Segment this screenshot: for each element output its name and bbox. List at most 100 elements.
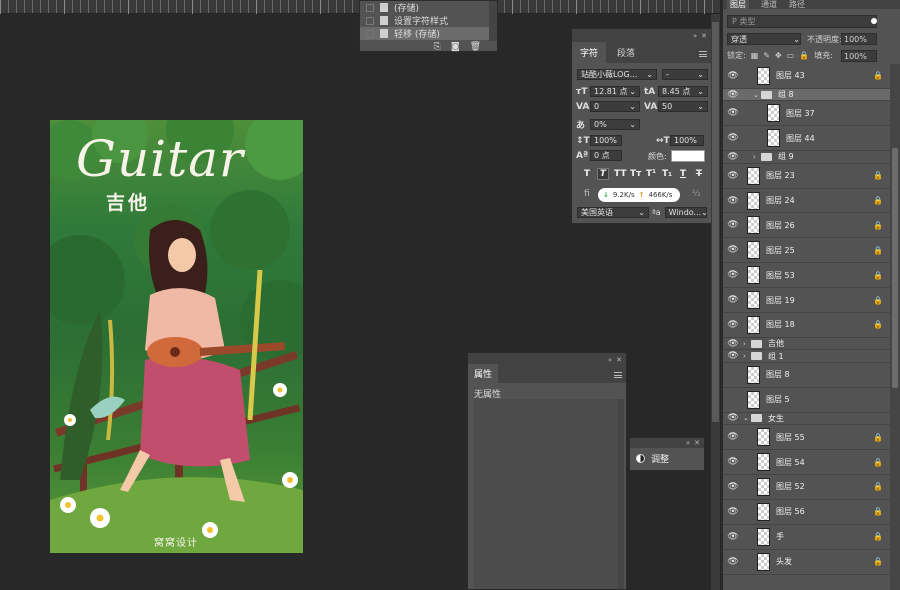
layer-group-row[interactable]: 👁 ⌄ 组 8 xyxy=(723,88,891,102)
visibility-eye-icon[interactable]: 👁 xyxy=(723,108,743,118)
trash-icon[interactable]: 🗑 xyxy=(470,42,481,52)
layer-group-row[interactable]: 👁 ⌄ 女生 xyxy=(723,413,891,426)
tab-channels[interactable]: 通道 xyxy=(761,0,777,9)
panel-menu-icon[interactable] xyxy=(699,51,707,57)
faux-bold-button[interactable]: T xyxy=(582,169,592,179)
visibility-eye-icon[interactable]: 👁 xyxy=(723,351,743,361)
layer-thumbnail[interactable] xyxy=(747,216,760,235)
layer-row[interactable]: 👁 图层 55 🔒 xyxy=(723,425,891,451)
language-select[interactable]: 美国英语 ⌄ xyxy=(577,207,649,218)
layer-row[interactable]: 👁 图层 25 🔒 xyxy=(723,238,891,264)
visibility-eye-icon[interactable]: 👁 xyxy=(723,507,743,517)
visibility-eye-icon[interactable]: 👁 xyxy=(723,152,743,162)
visibility-eye-icon[interactable]: 👁 xyxy=(723,339,743,349)
lock-artboard-icon[interactable]: ▭ xyxy=(787,51,795,60)
layer-thumbnail[interactable] xyxy=(747,390,760,409)
visibility-eye-icon[interactable]: 👁 xyxy=(723,295,743,305)
superscript-button[interactable]: T¹ xyxy=(646,169,656,179)
collapse-icon[interactable]: » xyxy=(686,439,690,447)
visibility-eye-icon[interactable]: 👁 xyxy=(723,370,743,380)
layer-thumbnail[interactable] xyxy=(757,477,770,496)
layer-thumbnail[interactable] xyxy=(767,129,780,148)
history-snapshot-checkbox[interactable] xyxy=(366,16,374,25)
visibility-eye-icon[interactable]: 👁 xyxy=(723,270,743,280)
layer-thumbnail[interactable] xyxy=(747,291,760,310)
layer-thumbnail[interactable] xyxy=(747,365,760,384)
all-caps-button[interactable]: TT xyxy=(614,169,627,179)
lock-all-icon[interactable]: 🔒 xyxy=(799,51,809,60)
layer-row[interactable]: 👁 图层 56 🔒 xyxy=(723,500,891,525)
layer-row[interactable]: 👁 手 🔒 xyxy=(723,525,891,550)
chevron-down-icon[interactable]: ⌄ xyxy=(753,91,761,99)
layer-row[interactable]: 👁 图层 24 🔒 xyxy=(723,189,891,214)
lock-transparent-icon[interactable]: ▦ xyxy=(751,51,759,60)
layer-row[interactable]: 👁 图层 54 🔒 xyxy=(723,450,891,475)
close-icon[interactable]: ✕ xyxy=(616,356,622,364)
visibility-eye-icon[interactable]: 👁 xyxy=(723,171,743,181)
camera-icon[interactable]: ◙ xyxy=(451,42,460,52)
opacity-field[interactable]: 100% xyxy=(841,33,877,45)
visibility-eye-icon[interactable]: 👁 xyxy=(723,395,743,405)
visibility-eye-icon[interactable]: 👁 xyxy=(723,133,743,143)
adjustments-button[interactable]: 调整 xyxy=(630,448,704,468)
font-style-select[interactable]: - ⌄ xyxy=(662,69,708,80)
visibility-eye-icon[interactable]: 👁 xyxy=(723,245,743,255)
history-item[interactable]: 轻移 (存储) xyxy=(360,27,497,40)
layer-row[interactable]: 👁 图层 37 xyxy=(723,101,891,127)
horizontal-scale-field[interactable]: 100% xyxy=(670,135,704,146)
vertical-scale-field[interactable]: 100% xyxy=(590,135,622,146)
layer-row[interactable]: 👁 图层 8 xyxy=(723,363,891,388)
leading-field[interactable]: 8.45 点 ⌄ xyxy=(658,86,708,97)
layer-group-row[interactable]: 👁 › 吉他 xyxy=(723,338,891,351)
history-snapshot-checkbox[interactable] xyxy=(366,3,374,12)
fraction-icon[interactable]: ½ xyxy=(692,189,701,199)
blend-mode-select[interactable]: 穿透 ⌄ xyxy=(727,33,801,45)
layer-thumbnail[interactable] xyxy=(747,241,760,260)
layer-row[interactable]: 👁 图层 53 🔒 xyxy=(723,263,891,289)
layer-thumbnail[interactable] xyxy=(747,191,760,210)
new-doc-icon[interactable]: ⎘ xyxy=(434,42,441,52)
chevron-down-icon[interactable]: ⌄ xyxy=(743,414,751,422)
font-family-select[interactable]: 站酷小薇LOG... ⌄ xyxy=(577,69,657,80)
layer-row[interactable]: 👁 图层 43 🔒 xyxy=(723,64,891,89)
chevron-right-icon[interactable]: › xyxy=(743,352,751,360)
layer-thumbnail[interactable] xyxy=(757,502,770,521)
properties-scrollbar[interactable] xyxy=(618,399,624,589)
scrollbar-thumb[interactable] xyxy=(712,22,719,422)
panel-header[interactable]: » ✕ xyxy=(572,29,711,43)
layer-filter-input[interactable]: P 类型 xyxy=(727,15,877,28)
lock-paint-icon[interactable]: ✎ xyxy=(763,51,770,60)
kerning-field[interactable]: 0 ⌄ xyxy=(590,101,640,112)
anti-alias-select[interactable]: Windo... ⌄ xyxy=(664,207,708,218)
visibility-eye-icon[interactable]: 👁 xyxy=(723,90,743,100)
collapse-icon[interactable]: » xyxy=(608,356,612,364)
layer-thumbnail[interactable] xyxy=(757,428,770,447)
layer-row[interactable]: 👁 图层 18 🔒 xyxy=(723,313,891,338)
visibility-eye-icon[interactable]: 👁 xyxy=(723,557,743,567)
text-color-swatch[interactable] xyxy=(670,150,705,162)
tracking-field[interactable]: 50 ⌄ xyxy=(658,101,708,112)
layer-group-row[interactable]: 👁 › 组 9 xyxy=(723,151,891,164)
tab-paragraph[interactable]: 段落 xyxy=(609,42,643,63)
visibility-eye-icon[interactable]: 👁 xyxy=(723,432,743,442)
layer-thumbnail[interactable] xyxy=(767,104,780,123)
canvas-vertical-scrollbar[interactable] xyxy=(711,14,720,590)
chevron-right-icon[interactable]: › xyxy=(753,153,761,161)
visibility-eye-icon[interactable]: 👁 xyxy=(723,71,743,81)
layer-thumbnail[interactable] xyxy=(747,166,760,185)
scrollbar-thumb[interactable] xyxy=(892,148,898,388)
subscript-button[interactable]: T₁ xyxy=(662,169,672,179)
close-icon[interactable]: ✕ xyxy=(694,439,700,447)
small-caps-button[interactable]: Tт xyxy=(630,169,641,179)
ligature-icon[interactable]: fi xyxy=(584,189,590,199)
close-icon[interactable]: ✕ xyxy=(701,32,707,40)
underline-button[interactable]: T xyxy=(678,169,688,179)
layer-thumbnail[interactable] xyxy=(757,66,770,85)
visibility-eye-icon[interactable]: 👁 xyxy=(723,320,743,330)
history-item[interactable]: (存储) xyxy=(360,1,497,14)
collapse-icon[interactable]: » xyxy=(693,32,697,40)
canvas-artwork[interactable]: Guitar 吉他 窝窝设计 xyxy=(50,120,303,553)
faux-italic-button[interactable]: T xyxy=(597,168,609,180)
tab-paths[interactable]: 路径 xyxy=(789,0,805,9)
layer-thumbnail[interactable] xyxy=(757,527,770,546)
